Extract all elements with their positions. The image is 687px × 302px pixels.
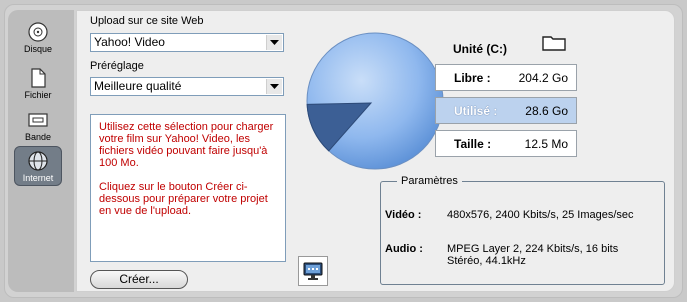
size-value: 12.5 Mo	[524, 137, 568, 151]
file-icon	[27, 67, 49, 89]
info-paragraph: Cliquez sur le bouton Créer ci-dessous p…	[99, 181, 268, 217]
video-value: 480x576, 2400 Kbits/s, 25 Images/sec	[447, 209, 634, 221]
globe-icon	[27, 150, 49, 172]
preset-label: Préréglage	[90, 60, 144, 72]
sidebar-item-label: Internet	[22, 173, 54, 183]
sidebar: Disque Fichier Bande Internet	[8, 10, 74, 292]
chevron-down-icon[interactable]	[266, 79, 282, 94]
sidebar-item-bande[interactable]: Bande	[14, 106, 62, 146]
disc-icon	[27, 21, 49, 43]
info-paragraph: Utilisez cette sélection pour charger vo…	[99, 121, 274, 169]
video-label: Vidéo :	[385, 209, 422, 221]
sidebar-item-disque[interactable]: Disque	[14, 18, 62, 58]
used-space-box: Utilisé : 28.6 Go	[435, 97, 577, 124]
disk-usage-pie	[306, 32, 444, 170]
free-label: Libre :	[454, 71, 491, 85]
info-message: Utilisez cette sélection pour charger vo…	[90, 114, 286, 262]
audio-value-line1: MPEG Layer 2, 224 Kbits/s, 16 bits	[447, 243, 619, 255]
tape-icon	[27, 109, 49, 131]
size-box: Taille : 12.5 Mo	[435, 130, 577, 157]
chevron-down-icon[interactable]	[266, 35, 282, 50]
audio-value-line2: Stéréo, 44.1kHz	[447, 255, 526, 267]
parameters-title: Paramètres	[397, 175, 462, 187]
drive-title: Unité (C:)	[453, 42, 507, 56]
sidebar-item-internet[interactable]: Internet	[14, 146, 62, 186]
main-panel: Upload sur ce site Web Yahoo! Video Prér…	[76, 10, 675, 292]
parameters-group	[380, 181, 665, 285]
used-value: 28.6 Go	[525, 104, 568, 118]
size-label: Taille :	[454, 137, 492, 151]
preset-select[interactable]: Meilleure qualité	[90, 77, 284, 96]
site-label: Upload sur ce site Web	[90, 15, 204, 27]
site-select-value: Yahoo! Video	[94, 35, 165, 49]
monitor-icon	[303, 262, 323, 280]
folder-icon	[542, 36, 566, 51]
free-value: 204.2 Go	[518, 71, 568, 85]
folder-button[interactable]	[540, 33, 568, 53]
preset-select-value: Meilleure qualité	[94, 79, 182, 93]
sidebar-item-fichier[interactable]: Fichier	[14, 64, 62, 104]
create-button[interactable]: Créer...	[90, 270, 188, 289]
sidebar-item-label: Fichier	[24, 90, 52, 100]
preview-button[interactable]	[298, 256, 328, 286]
site-select[interactable]: Yahoo! Video	[90, 33, 284, 52]
used-label: Utilisé :	[454, 104, 498, 118]
sidebar-item-label: Disque	[23, 44, 52, 54]
window-frame: Disque Fichier Bande Internet Upload sur…	[0, 0, 687, 302]
free-space-box: Libre : 204.2 Go	[435, 64, 577, 91]
sidebar-item-label: Bande	[24, 132, 52, 142]
audio-label: Audio :	[385, 243, 423, 255]
